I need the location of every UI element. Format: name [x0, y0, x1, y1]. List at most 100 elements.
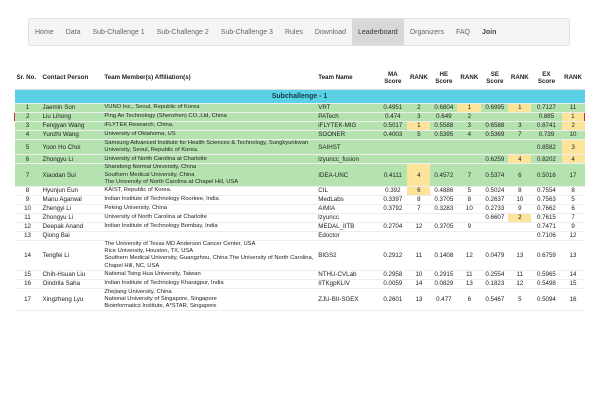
cell-ma-rank: 13: [407, 288, 431, 312]
nav-rules[interactable]: Rules: [279, 19, 309, 45]
cell-se: [481, 222, 509, 233]
cell-he: [430, 154, 458, 165]
cell-sr: 1: [14, 103, 41, 113]
table-row: 11 Zhongyu Li University of North Carolina…: [14, 213, 585, 224]
cell-team: iFLYTEK-MIG: [316, 121, 379, 131]
nav-faq[interactable]: FAQ: [450, 19, 476, 45]
cell-sr: 7: [14, 163, 41, 188]
cell-affil: Shandong Normal University, China Southe…: [102, 163, 317, 188]
cell-sr: 14: [14, 240, 41, 271]
cell-affil: Indian Institute of Technology Bombay, I…: [102, 222, 317, 233]
cell-sr: 2: [13, 112, 41, 122]
table-row: 1 Jaemin Son VUNO Inc., Seoul, Republic of…: [14, 103, 585, 113]
cell-se-rank: 12: [508, 279, 532, 289]
cell-he-rank: 7: [457, 163, 482, 188]
cell-ex-rank: 12: [561, 231, 585, 242]
cell-ex-rank: 14: [561, 270, 585, 280]
cell-ex-rank: 9: [561, 222, 585, 233]
column-header: Contact Person: [40, 67, 103, 90]
cell-se-rank: 11: [508, 270, 532, 280]
cell-ma: [378, 231, 408, 242]
cell-ma-rank: 8: [407, 195, 431, 206]
cell-se-rank: [508, 139, 532, 156]
cell-se-rank: [508, 222, 532, 233]
cell-ex: 0.885: [531, 112, 562, 122]
column-header: HE Score: [430, 67, 458, 90]
nav-leaderboard[interactable]: Leaderboard: [352, 19, 404, 45]
cell-he: [430, 213, 458, 224]
cell-se: 0.6588: [481, 121, 509, 131]
cell-contact: Yoon Ho Choi: [40, 139, 103, 156]
table-row: 17 Xingzheng Lyu Zhejiang University, Chin…: [14, 288, 585, 312]
cell-he: 0.3705: [430, 195, 458, 206]
cell-team: IITKgpKLIV: [316, 279, 379, 289]
cell-affil: Indian Institute of Technology Kharagpur…: [102, 279, 317, 289]
nav-sub-challenge-1[interactable]: Sub-Challenge 1: [86, 19, 150, 45]
cell-ex-rank: 4: [561, 154, 585, 165]
nav-home[interactable]: Home: [29, 19, 60, 45]
cell-team: ZJU-BII-SGEX: [316, 288, 379, 312]
cell-sr: 9: [14, 195, 41, 206]
cell-he-rank: 1: [457, 103, 482, 113]
table-row: 15 Chih-Hsuan Liu National Tsing Hua Unive…: [14, 270, 585, 280]
cell-ma-rank: [407, 213, 431, 224]
cell-ma: [378, 154, 408, 165]
cell-ex-rank: 8: [561, 186, 585, 197]
cell-he-rank: 12: [457, 240, 482, 271]
nav-download[interactable]: Download: [309, 19, 352, 45]
cell-contact: Jaemin Son: [40, 103, 103, 113]
cell-ma: 0.4111: [378, 163, 408, 188]
cell-ma-rank: 11: [407, 240, 431, 271]
cell-he-rank: 6: [457, 288, 482, 312]
cell-se: 0.1823: [481, 279, 509, 289]
cell-team: BIGS2: [316, 240, 379, 271]
cell-ex: 0.7127: [531, 103, 562, 113]
cell-team: MEDAL_IITB: [316, 222, 379, 233]
cell-sr: 3: [14, 121, 41, 131]
table-row: 7 Xiaodan Sui Shandong Normal University, …: [14, 163, 585, 188]
cell-contact: Zhongyu Li: [40, 213, 103, 224]
cell-ma-rank: 5: [407, 130, 431, 140]
nav-organizers[interactable]: Organizers: [404, 19, 450, 45]
cell-ma: 0.2912: [378, 240, 408, 271]
cell-team: CIL: [316, 186, 379, 197]
cell-contact: Zhengyi Li: [40, 204, 103, 215]
cell-ma-rank: [407, 231, 431, 242]
cell-affil: Samsung Advanced Institute for Health Sc…: [102, 139, 317, 156]
cell-ex-rank: 5: [561, 195, 585, 206]
cell-se: 0.6259: [481, 154, 509, 165]
cell-se-rank: 2: [508, 213, 532, 224]
column-header: RANK: [561, 67, 585, 90]
cell-affil: The University of Texas MD Anderson Canc…: [102, 240, 317, 271]
cell-he: 0.4572: [430, 163, 458, 188]
cell-se: 0.2733: [481, 204, 509, 215]
cell-affil: University of North Carolina at Charlott…: [102, 213, 317, 224]
table-row: 9 Manu Agarwal Indian Institute of Technol…: [14, 195, 585, 206]
nav-join[interactable]: Join: [476, 19, 502, 45]
cell-se-rank: 6: [508, 163, 532, 188]
cell-contact: Zhongyu Li: [40, 154, 103, 165]
cell-ma-rank: 4: [407, 163, 431, 188]
column-header: Team Member(s) Affiliation(s): [102, 67, 317, 90]
cell-sr: 12: [14, 222, 41, 233]
cell-sr: 4: [14, 130, 41, 140]
cell-ma-rank: 6: [407, 186, 431, 197]
cell-team: SAIHST: [316, 139, 379, 156]
cell-ex: 0.7563: [531, 195, 562, 206]
nav-sub-challenge-3[interactable]: Sub-Challenge 3: [215, 19, 279, 45]
cell-se: 0.2554: [481, 270, 509, 280]
nav-data[interactable]: Data: [60, 19, 87, 45]
cell-contact: Yunzhi Wang: [40, 130, 103, 140]
table-row: 14 Tengfei Li The University of Texas MD A…: [14, 240, 585, 271]
cell-contact: Liu Lihong: [40, 112, 103, 122]
cell-affil: VUNO Inc., Seoul, Republic of Korea: [102, 103, 317, 113]
cell-contact: Xiaodan Sui: [40, 163, 103, 188]
cell-contact: Chih-Hsuan Liu: [40, 270, 103, 280]
cell-ex: 0.5965: [531, 270, 562, 280]
cell-se: 0.6995: [481, 103, 509, 113]
cell-ex: 0.7106: [531, 231, 562, 242]
nav-sub-challenge-2[interactable]: Sub-Challenge 2: [151, 19, 215, 45]
cell-ex-rank: 15: [561, 279, 585, 289]
cell-ma-rank: 10: [407, 270, 431, 280]
cell-he: 0.649: [430, 112, 458, 122]
